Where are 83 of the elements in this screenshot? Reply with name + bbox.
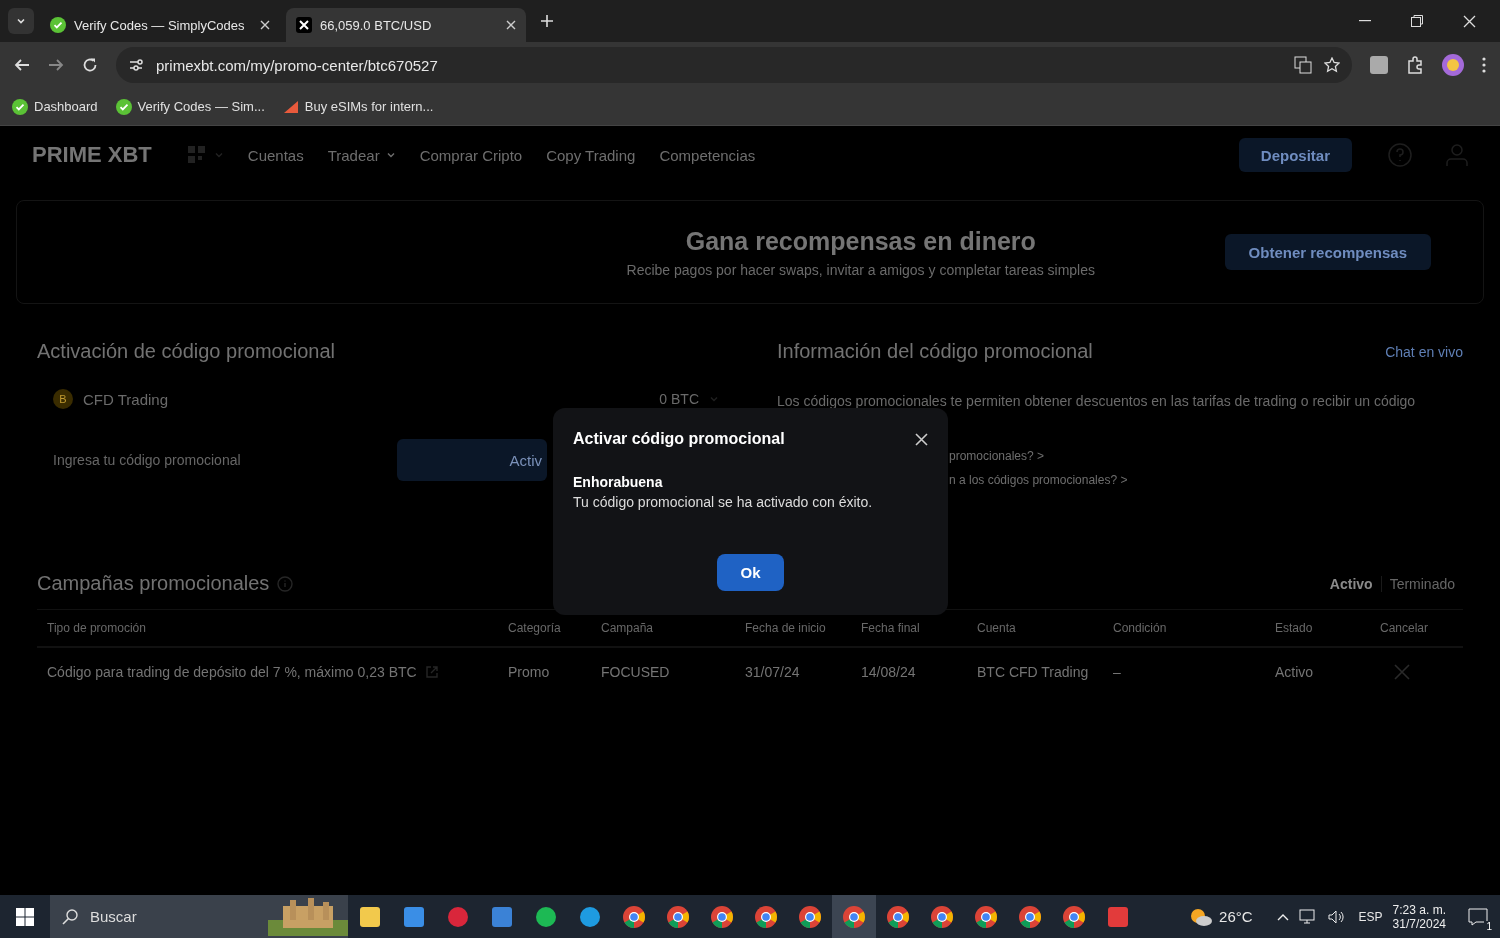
temperature[interactable]: 26°C bbox=[1219, 908, 1253, 925]
browser-tab[interactable]: 66,059.0 BTC/USD bbox=[286, 8, 526, 42]
browser-app-icon[interactable] bbox=[832, 895, 876, 938]
speaker-icon[interactable] bbox=[1326, 908, 1345, 925]
logo[interactable]: PRIME XBT bbox=[32, 142, 152, 168]
weather-icon[interactable] bbox=[1189, 906, 1214, 927]
check-badge-icon bbox=[50, 17, 66, 33]
check-badge-icon bbox=[12, 98, 28, 115]
table-cell-text: – bbox=[1113, 663, 1122, 680]
notifications-button[interactable]: 1 bbox=[1456, 895, 1500, 938]
faq-link[interactable]: n a los códigos promocionales? > bbox=[949, 473, 1463, 487]
new-tab-icon[interactable] bbox=[540, 14, 554, 28]
column-header: Tipo de promoción bbox=[47, 621, 147, 635]
check-badge-icon bbox=[115, 98, 132, 115]
speech-bubble-icon bbox=[1468, 907, 1488, 926]
caret-icon bbox=[709, 394, 719, 404]
profile-avatar-icon[interactable] bbox=[1442, 54, 1464, 76]
clock-date[interactable]: 31/7/2024 bbox=[1392, 916, 1446, 931]
tab-search-button[interactable] bbox=[8, 8, 34, 34]
coin-icon: B bbox=[53, 389, 73, 409]
filter-tab[interactable]: Activo bbox=[1321, 575, 1381, 592]
bookmark-link[interactable]: Dashboard bbox=[12, 98, 98, 115]
table-cell-text: Promo bbox=[508, 663, 551, 680]
activate-button[interactable]: Activ bbox=[397, 439, 547, 481]
live-chat-link[interactable]: Chat en vivo bbox=[1385, 343, 1463, 360]
nav-link[interactable]: Copy Trading bbox=[546, 146, 636, 164]
caret-icon bbox=[213, 150, 224, 160]
column-header: Fecha de inicio bbox=[745, 621, 827, 635]
clock-time[interactable]: 7:23 a. m. bbox=[1392, 902, 1446, 917]
banner-subtitle: Recibe pagos por hacer swaps, invitar a amigos y completar tareas simples bbox=[626, 261, 1095, 278]
filter-tab[interactable]: Terminado bbox=[1381, 575, 1463, 592]
table-cell: Código para trading de depósito del 7 %, máximo 0,23 BTC bbox=[47, 663, 508, 680]
taskbar-search-field[interactable]: Buscar bbox=[50, 895, 348, 938]
column-header: Cancelar bbox=[1380, 621, 1430, 635]
info-text: Los códigos promocionales te permiten obtener descuentos en las tarifas de trading o recibir un código bbox=[777, 393, 1417, 409]
star-icon[interactable] bbox=[1324, 57, 1340, 73]
section-title: Campañas promocionales bbox=[37, 572, 270, 595]
bookmark-link[interactable]: Buy eSIMs for intern... bbox=[282, 99, 434, 114]
reload-icon[interactable] bbox=[82, 57, 98, 73]
promo-code-field[interactable]: Ingresa tu código promocional bbox=[37, 440, 377, 480]
dialog-heading: Enhorabuena bbox=[573, 474, 664, 490]
puzzle-icon[interactable] bbox=[1406, 56, 1424, 74]
ok-button[interactable]: Ok bbox=[717, 554, 784, 591]
back-arrow-icon[interactable] bbox=[14, 57, 30, 73]
close-button[interactable] bbox=[915, 432, 928, 446]
search-icon bbox=[62, 908, 78, 925]
nav-link[interactable]: Tradear bbox=[327, 146, 396, 164]
column-header: Campaña bbox=[601, 621, 655, 635]
network-icon[interactable] bbox=[1298, 908, 1317, 925]
input-language[interactable]: ESP bbox=[1358, 909, 1383, 924]
nav-link[interactable]: Cuentas bbox=[247, 146, 304, 164]
nav-link[interactable]: Comprar Cripto bbox=[419, 146, 523, 164]
deposit-button[interactable]: Depositar bbox=[1238, 138, 1352, 172]
section-title: Activación de código promocional bbox=[37, 340, 336, 363]
column-header: Categoría bbox=[508, 621, 562, 635]
nav-link[interactable]: Competencias bbox=[659, 146, 756, 164]
site-favicon-icon bbox=[296, 17, 312, 33]
account-balance: 0 BTC bbox=[659, 391, 699, 407]
rewards-button[interactable]: Obtener recompensas bbox=[1224, 234, 1431, 270]
table-cell-text: 14/08/24 bbox=[861, 663, 917, 680]
chevron-up-icon[interactable] bbox=[1276, 912, 1289, 921]
translate-icon[interactable] bbox=[1294, 56, 1312, 74]
table-cell-text: BTC CFD Trading bbox=[977, 663, 1090, 680]
faq-link[interactable]: promocionales? > bbox=[949, 449, 1463, 463]
column-header: Condición bbox=[1113, 621, 1168, 635]
column-header: Cuenta bbox=[977, 621, 1017, 635]
column-header: Fecha final bbox=[861, 621, 921, 635]
column-header: Estado bbox=[1275, 621, 1314, 635]
dialog-message: Tu código promocional se ha activado con éxito. bbox=[573, 494, 874, 510]
caret-icon bbox=[16, 16, 26, 26]
banner-title: Gana recompensas en dinero bbox=[685, 226, 1036, 256]
section-title: Información del código promocional bbox=[777, 340, 1093, 363]
forward-arrow-icon[interactable] bbox=[48, 57, 64, 73]
table-cell-text: 31/07/24 bbox=[745, 663, 801, 680]
account-name: CFD Trading bbox=[83, 390, 169, 408]
windows-logo-icon bbox=[16, 907, 34, 926]
table-cell-text: Activo bbox=[1275, 663, 1315, 680]
bookmark-link[interactable]: Verify Codes — Sim... bbox=[115, 98, 265, 115]
dialog-title: Activar código promocional bbox=[573, 430, 785, 448]
more-menu-icon[interactable] bbox=[1482, 57, 1486, 73]
table-cell-text: FOCUSED bbox=[601, 663, 671, 680]
site-settings-icon[interactable] bbox=[128, 57, 144, 73]
browser-tab[interactable]: Verify Codes — SimplyCodes bbox=[40, 8, 280, 42]
